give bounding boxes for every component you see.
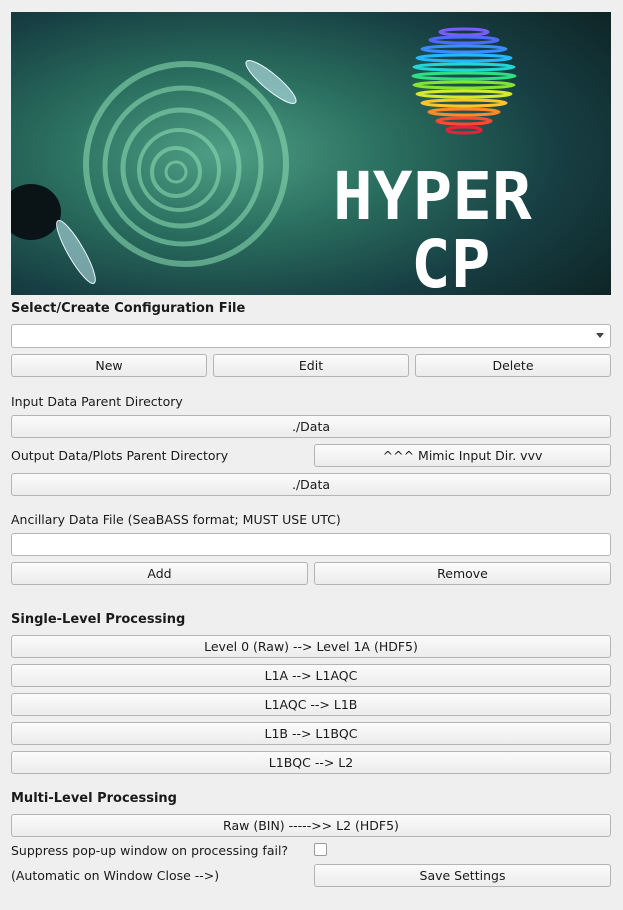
- edit-config-button[interactable]: Edit: [213, 354, 409, 377]
- save-settings-button[interactable]: Save Settings: [314, 864, 611, 887]
- input-dir-button[interactable]: ./Data: [11, 415, 611, 438]
- add-ancillary-button[interactable]: Add: [11, 562, 308, 585]
- suppress-popup-checkbox[interactable]: [314, 843, 327, 856]
- level0-to-l1a-button[interactable]: Level 0 (Raw) --> Level 1A (HDF5): [11, 635, 611, 658]
- raw-to-l2-button[interactable]: Raw (BIN) ----->> L2 (HDF5): [11, 814, 611, 837]
- chevron-down-icon: [596, 333, 604, 338]
- multi-level-title: Multi-Level Processing: [11, 791, 177, 806]
- ancillary-file-label: Ancillary Data File (SeaBASS format; MUS…: [11, 512, 341, 527]
- auto-save-note: (Automatic on Window Close -->): [11, 868, 220, 883]
- config-section-title: Select/Create Configuration File: [11, 301, 246, 316]
- delete-config-button[interactable]: Delete: [415, 354, 611, 377]
- output-dir-button[interactable]: ./Data: [11, 473, 611, 496]
- suppress-popup-label: Suppress pop-up window on processing fai…: [11, 843, 289, 858]
- remove-ancillary-button[interactable]: Remove: [314, 562, 611, 585]
- logo-text-hyper: HYPER: [333, 158, 532, 235]
- hypercp-banner-image: HYPER CP: [11, 12, 611, 295]
- mimic-input-dir-button[interactable]: ^^^ Mimic Input Dir. vvv: [314, 444, 611, 467]
- new-config-button[interactable]: New: [11, 354, 207, 377]
- l1b-to-l1bqc-button[interactable]: L1B --> L1BQC: [11, 722, 611, 745]
- l1a-to-l1aqc-button[interactable]: L1A --> L1AQC: [11, 664, 611, 687]
- l1aqc-to-l1b-button[interactable]: L1AQC --> L1B: [11, 693, 611, 716]
- config-file-dropdown[interactable]: [11, 324, 611, 348]
- logo-text-cp: CP: [411, 226, 490, 295]
- single-level-title: Single-Level Processing: [11, 612, 186, 627]
- input-dir-label: Input Data Parent Directory: [11, 394, 183, 409]
- l1bqc-to-l2-button[interactable]: L1BQC --> L2: [11, 751, 611, 774]
- ocean-swirl-graphic: HYPER CP: [11, 12, 611, 295]
- ancillary-file-input[interactable]: [11, 533, 611, 556]
- output-dir-label: Output Data/Plots Parent Directory: [11, 448, 229, 463]
